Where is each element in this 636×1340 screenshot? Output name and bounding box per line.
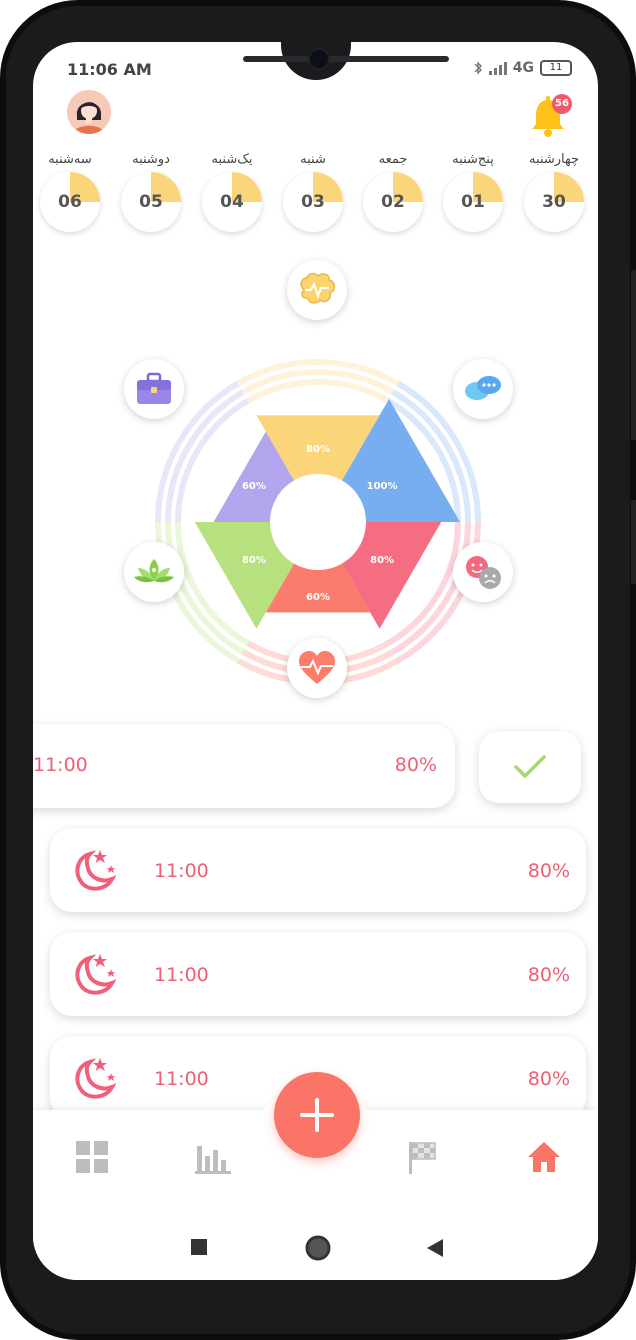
wheel-label-mind: 80%: [306, 444, 330, 455]
day-progress: 02: [363, 172, 423, 232]
tab-statistics[interactable]: [195, 1140, 231, 1176]
day-progress: 05: [121, 172, 181, 232]
activity-card[interactable]: 11:00 80%: [50, 828, 586, 912]
day-number: 05: [139, 192, 163, 212]
bar-chart-icon: [195, 1146, 231, 1174]
day-number: 06: [58, 192, 82, 212]
moon-stars-icon: [75, 954, 117, 995]
activity-card[interactable]: 11:00 80%: [50, 932, 586, 1016]
phone-frame: 11:06 AM 4G 11: [0, 0, 636, 1340]
volume-button: [631, 270, 636, 440]
recent-apps-icon[interactable]: [190, 1238, 208, 1256]
wheel-label-social: 100%: [367, 481, 398, 492]
power-button: [631, 500, 636, 584]
network-type: 4G: [512, 60, 534, 76]
tab-home[interactable]: [526, 1140, 562, 1176]
battery-level: 11: [549, 62, 563, 73]
notification-badge: 56: [552, 94, 572, 114]
day-sunday[interactable]: یک‌شنبه 04: [200, 150, 264, 232]
activity-percent: 80%: [527, 1068, 570, 1090]
day-number: 04: [220, 192, 244, 212]
wheel-ring-mind: [246, 379, 390, 404]
day-number: 03: [301, 192, 325, 212]
day-selector: سه‌شنبه 06 دوشنبه 05 یک‌شنبه 04 شنبه 03 …: [33, 150, 598, 240]
day-number: 02: [381, 192, 405, 212]
day-label: سه‌شنبه: [48, 152, 92, 167]
day-monday[interactable]: دوشنبه 05: [119, 150, 183, 232]
moon-stars-icon: [75, 850, 117, 891]
home-button-icon[interactable]: [304, 1234, 332, 1262]
tab-goals[interactable]: [407, 1140, 443, 1176]
day-label: دوشنبه: [132, 152, 170, 167]
activity-time: 11:00: [154, 1068, 209, 1090]
moon-stars-icon: [75, 1058, 117, 1099]
grid-icon: [76, 1141, 108, 1173]
plus-icon: [300, 1098, 334, 1132]
status-bar: 11:06 AM 4G 11: [33, 60, 598, 82]
day-friday[interactable]: جمعه 02: [361, 150, 425, 232]
day-progress: 30: [524, 172, 584, 232]
lotus-icon: [134, 559, 174, 583]
user-avatar-icon: [67, 90, 111, 134]
checkmark-icon: [514, 755, 546, 778]
activity-card-swiped[interactable]: 11:00 80%: [33, 724, 455, 808]
day-progress: 06: [40, 172, 100, 232]
work-category-button[interactable]: [124, 359, 184, 419]
day-number: 30: [542, 192, 566, 212]
day-tuesday[interactable]: سه‌شنبه 06: [38, 150, 102, 232]
battery-icon: 11: [540, 60, 572, 76]
activity-time: 11:00: [33, 754, 88, 776]
wheel-label-work: 60%: [242, 481, 266, 492]
wheel-label-emotion: 80%: [370, 555, 394, 566]
heart-pulse-icon: [299, 651, 335, 684]
activity-percent: 80%: [394, 754, 437, 776]
add-button[interactable]: [274, 1072, 360, 1158]
system-navigation-bar: [33, 1230, 598, 1280]
day-label: چهارشنبه: [529, 152, 579, 167]
day-number: 01: [461, 192, 485, 212]
day-label: یک‌شنبه: [211, 152, 253, 167]
avatar[interactable]: [67, 90, 111, 134]
tab-dashboard[interactable]: [75, 1140, 111, 1176]
activity-time: 11:00: [154, 964, 209, 986]
day-thursday[interactable]: پنج‌شنبه 01: [441, 150, 505, 232]
social-category-button[interactable]: [453, 359, 513, 419]
activity-percent: 80%: [527, 964, 570, 986]
checkered-flag-icon: [409, 1142, 436, 1174]
wheel-center: [270, 474, 366, 570]
chat-bubbles-icon: [465, 376, 501, 400]
day-label: شنبه: [300, 152, 326, 167]
notifications-button[interactable]: 56: [528, 94, 572, 138]
health-category-button[interactable]: [287, 638, 347, 698]
activity-time: 11:00: [154, 860, 209, 882]
day-progress: 04: [202, 172, 262, 232]
status-icons: 4G 11: [473, 60, 572, 76]
home-icon: [528, 1142, 560, 1172]
mood-faces-icon: [466, 556, 501, 589]
signal-icon: [488, 61, 507, 75]
mind-category-button[interactable]: [287, 260, 347, 320]
bluetooth-icon: [474, 61, 482, 75]
wheel-label-spirit: 80%: [242, 555, 266, 566]
spirit-category-button[interactable]: [124, 542, 184, 602]
day-saturday[interactable]: شنبه 03: [281, 150, 345, 232]
activity-percent: 80%: [527, 860, 570, 882]
brain-icon: [300, 272, 336, 304]
day-wednesday[interactable]: چهارشنبه 30: [522, 150, 586, 232]
day-progress: 01: [443, 172, 503, 232]
back-icon[interactable]: [426, 1238, 444, 1258]
emotion-category-button[interactable]: [453, 542, 513, 602]
status-time: 11:06 AM: [67, 60, 152, 79]
day-label: پنج‌شنبه: [452, 152, 494, 167]
briefcase-icon: [137, 372, 171, 404]
screen: 11:06 AM 4G 11: [33, 42, 598, 1280]
wheel-label-health: 60%: [306, 592, 330, 603]
day-progress: 03: [283, 172, 343, 232]
complete-button[interactable]: [479, 731, 581, 803]
day-label: جمعه: [378, 152, 408, 167]
